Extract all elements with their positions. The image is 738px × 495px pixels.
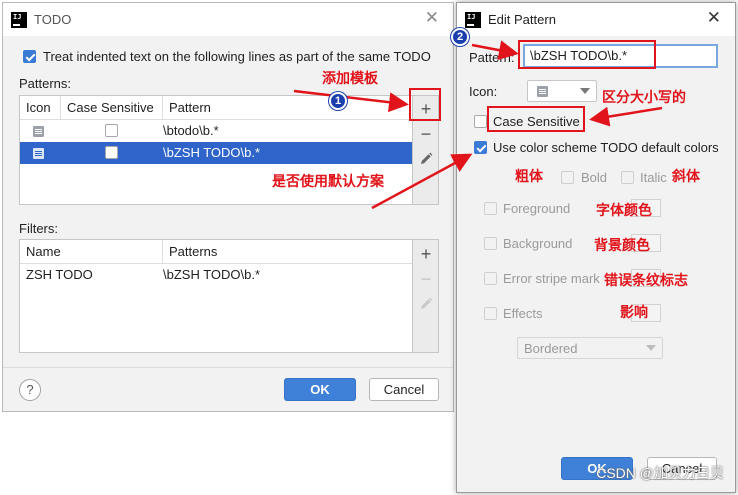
chevron-down-icon [646, 345, 656, 351]
table-row[interactable]: \btodo\b.* [20, 120, 412, 142]
foreground-checkbox[interactable] [484, 202, 497, 215]
table-row[interactable]: ZSH TODO \bZSH TODO\b.* [20, 264, 412, 286]
chevron-down-icon [580, 88, 590, 94]
annotation-case-sensitive: 区分大小写的 [602, 90, 686, 106]
background-checkbox[interactable] [484, 237, 497, 250]
effects-type-value: Bordered [524, 341, 578, 356]
ok-button[interactable]: OK [284, 378, 356, 401]
annotation-effects: 影响 [620, 305, 648, 321]
column-header-name[interactable]: Name [20, 240, 163, 264]
cancel-button[interactable]: Cancel [369, 378, 439, 401]
edit-pattern-title: Edit Pattern [488, 12, 556, 27]
bold-label: Bold [581, 170, 608, 185]
edit-pencil-icon[interactable] [416, 149, 436, 169]
use-color-scheme-checkbox[interactable] [474, 141, 487, 154]
todo-dialog: IJ TODO ✕ Treat indented text on the fol… [2, 2, 454, 412]
patterns-label: Patterns: [19, 76, 72, 91]
watermark: CSDN @加贝力日贝 [596, 465, 724, 481]
treat-indented-checkbox[interactable] [23, 50, 36, 63]
footer-divider [3, 367, 453, 368]
icon-select[interactable] [527, 80, 597, 102]
annotation-background-color: 背景颜色 [594, 238, 650, 254]
todo-titlebar[interactable]: IJ TODO ✕ [3, 3, 453, 36]
error-stripe-label: Error stripe mark [503, 271, 600, 286]
annotation-font-color: 字体颜色 [596, 203, 652, 219]
annotation-bold: 粗体 [515, 169, 543, 185]
close-icon[interactable]: ✕ [425, 8, 439, 28]
icon-label: Icon: [469, 84, 498, 99]
add-icon[interactable]: + [416, 244, 436, 264]
effects-label: Effects [503, 306, 543, 321]
close-icon[interactable]: ✕ [707, 8, 721, 28]
case-sensitive-checkbox[interactable] [105, 146, 118, 159]
remove-icon: − [420, 269, 432, 289]
filters-label: Filters: [19, 221, 58, 236]
annotation-italic: 斜体 [672, 169, 700, 185]
edit-pencil-icon [416, 294, 436, 314]
italic-label: Italic [640, 170, 667, 185]
filter-name-cell: ZSH TODO [26, 267, 93, 282]
annotation-use-default: 是否使用默认方案 [272, 174, 384, 190]
help-button[interactable]: ? [19, 379, 41, 401]
italic-checkbox[interactable] [621, 171, 634, 184]
table-row-selected[interactable]: \bZSH TODO\b.* [20, 142, 412, 164]
background-label: Background [503, 236, 573, 251]
edit-pattern-titlebar[interactable]: IJ Edit Pattern ✕ [457, 3, 735, 36]
filter-patterns-cell: \bZSH TODO\b.* [163, 267, 261, 282]
todo-dialog-title: TODO [34, 12, 72, 27]
case-sensitive-checkbox[interactable] [105, 124, 118, 137]
filters-toolbar: + − [413, 239, 439, 353]
step-badge-1: 1 [329, 92, 347, 110]
error-stripe-checkbox[interactable] [484, 272, 497, 285]
pattern-cell: \bZSH TODO\b.* [163, 145, 261, 160]
pattern-cell: \btodo\b.* [163, 123, 219, 138]
case-sensitive-checkbox[interactable] [474, 115, 487, 128]
add-button-highlight [409, 88, 441, 121]
foreground-label: Foreground [503, 201, 571, 216]
column-header-icon[interactable]: Icon [20, 96, 61, 120]
intellij-app-icon: IJ [11, 12, 27, 28]
todo-list-icon [33, 148, 44, 159]
remove-icon[interactable]: − [416, 124, 436, 144]
treat-indented-label: Treat indented text on the following lin… [43, 49, 431, 64]
effects-checkbox[interactable] [484, 307, 497, 320]
annotation-add-template: 添加模板 [322, 71, 378, 87]
pattern-input-highlight [518, 40, 656, 69]
step-badge-2: 2 [451, 28, 469, 46]
column-header-patterns[interactable]: Patterns [163, 240, 412, 264]
intellij-app-icon: IJ [465, 12, 481, 28]
todo-list-icon [537, 86, 548, 97]
bold-checkbox[interactable] [561, 171, 574, 184]
column-header-pattern[interactable]: Pattern [163, 96, 412, 120]
filters-table: Name Patterns ZSH TODO \bZSH TODO\b.* [19, 239, 413, 353]
pattern-label: Pattern: [469, 50, 515, 65]
column-header-case-sensitive[interactable]: Case Sensitive [61, 96, 163, 120]
todo-list-icon [33, 126, 44, 137]
case-sensitive-highlight [487, 106, 585, 132]
annotation-error-stripe: 错误条纹标志 [604, 273, 688, 289]
effects-type-select[interactable]: Bordered [517, 337, 663, 359]
use-color-scheme-label: Use color scheme TODO default colors [493, 140, 719, 155]
